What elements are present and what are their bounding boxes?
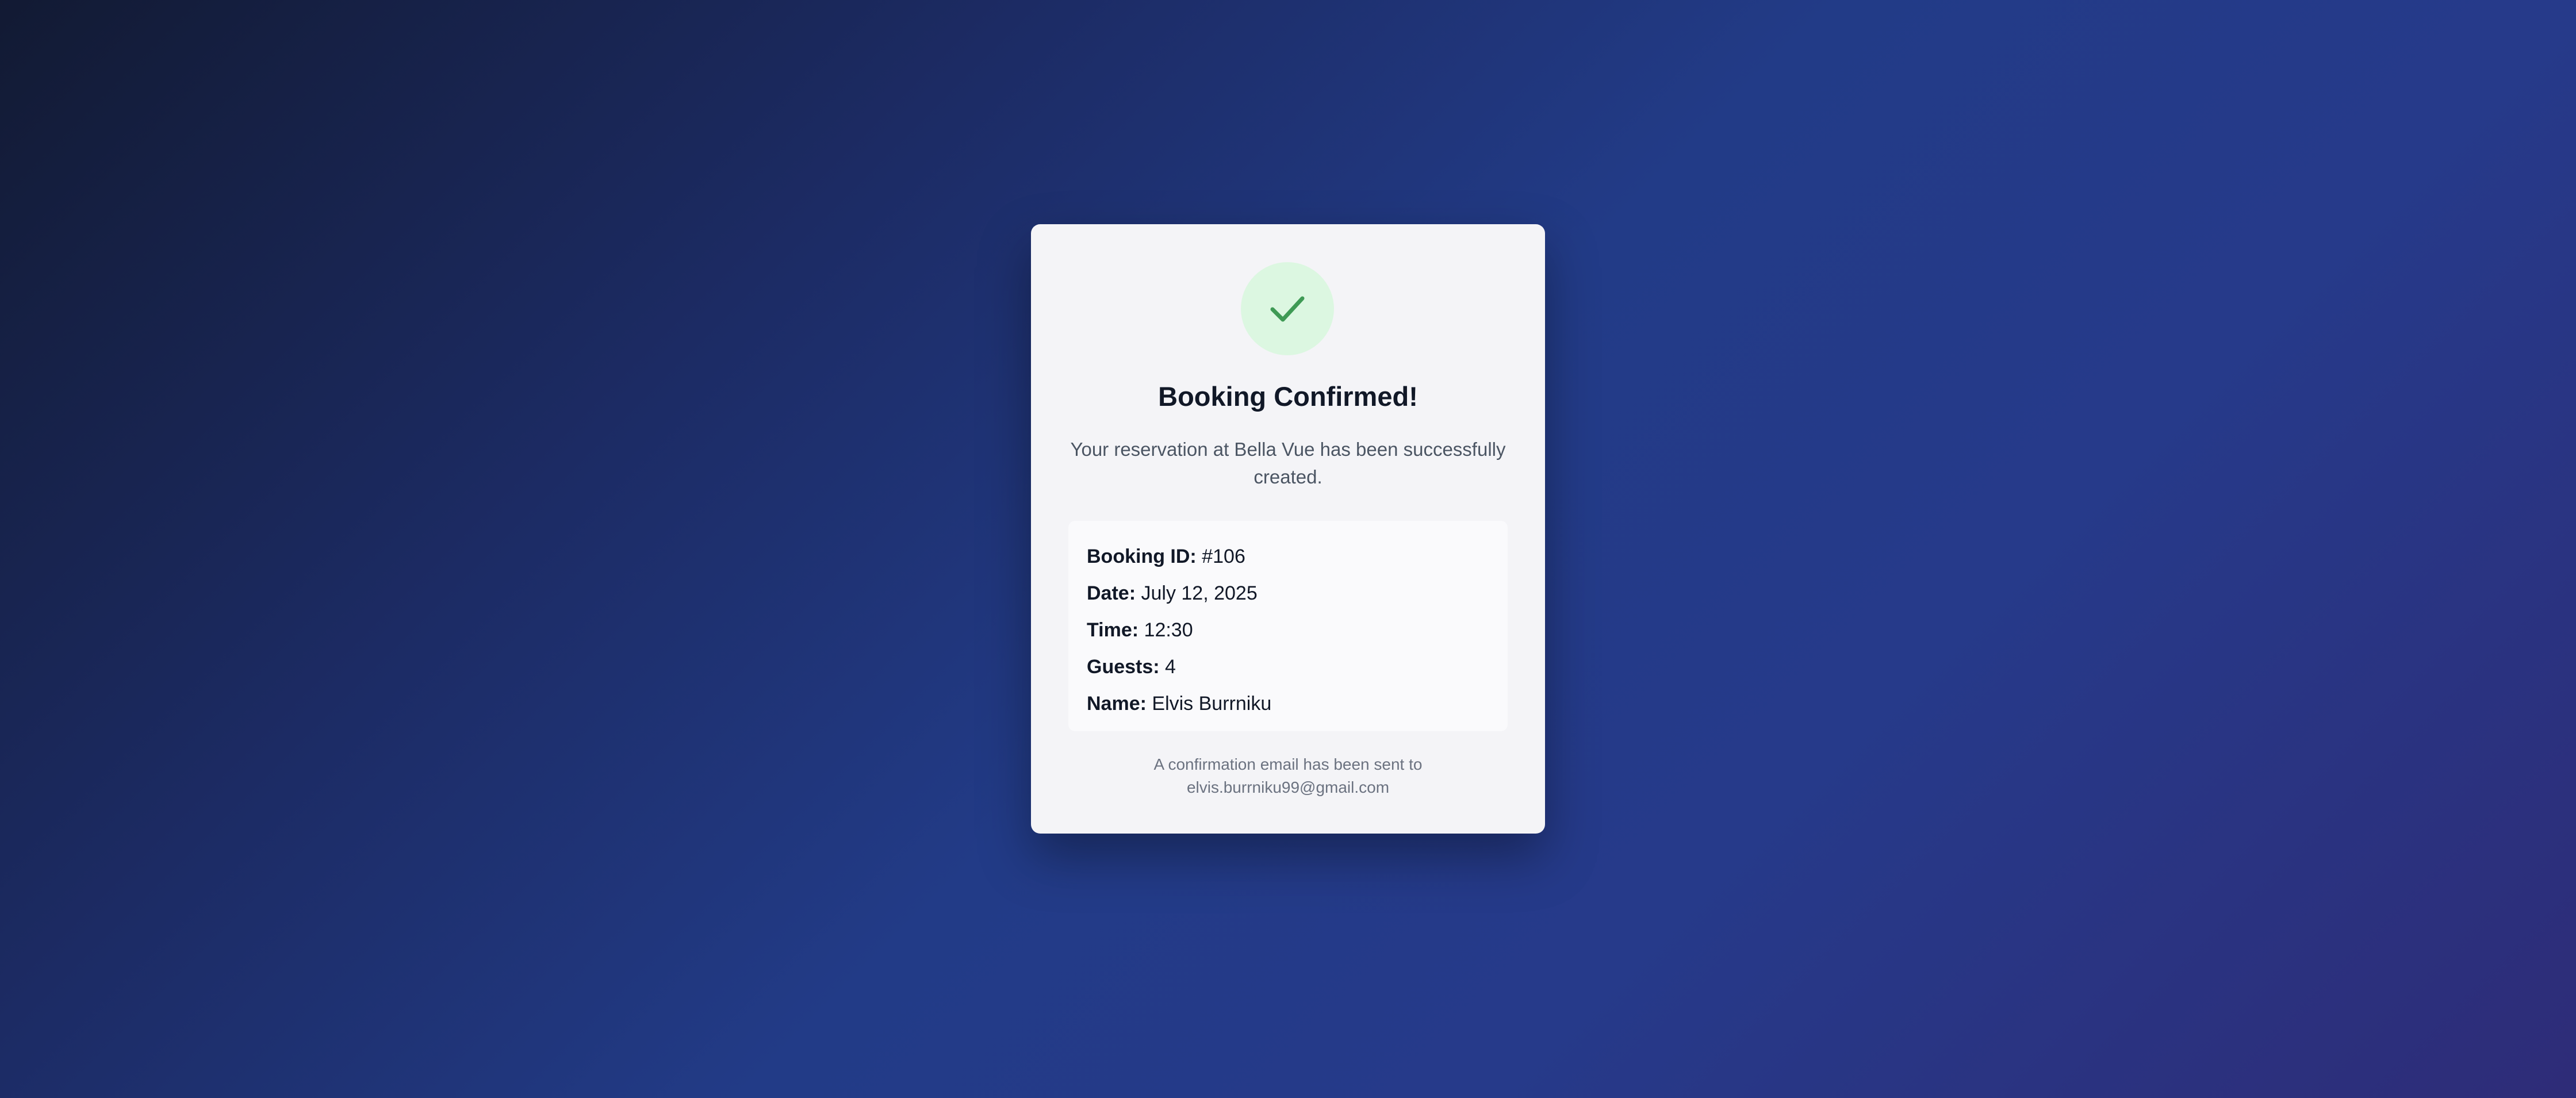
guests-value: 4 [1165, 656, 1176, 678]
date-value: July 12, 2025 [1141, 582, 1258, 604]
date-row: Date: July 12, 2025 [1087, 575, 1508, 612]
guests-row: Guests: 4 [1087, 648, 1508, 685]
time-value: 12:30 [1144, 619, 1193, 641]
guests-label: Guests: [1087, 656, 1160, 678]
booking-id-value: #106 [1202, 546, 1245, 567]
booking-id-row: Booking ID: #106 [1087, 538, 1508, 575]
date-label: Date: [1087, 582, 1136, 604]
name-row: Name: Elvis Burrniku [1087, 685, 1508, 722]
name-value: Elvis Burrniku [1152, 693, 1272, 715]
confirmation-message: Your reservation at Bella Vue has been s… [1070, 439, 1506, 487]
email-address: elvis.burrniku99@gmail.com [1186, 778, 1390, 796]
confirmation-title: Booking Confirmed! [1158, 381, 1418, 412]
time-row: Time: 12:30 [1087, 612, 1508, 648]
booking-confirmation-card: Booking Confirmed! Your reservation at B… [1031, 224, 1545, 834]
email-note-text: A confirmation email has been sent to [1153, 755, 1423, 773]
success-badge [1241, 262, 1334, 355]
booking-details-panel: Booking ID: #106 Date: July 12, 2025 Tim… [1068, 521, 1508, 731]
check-icon [1270, 296, 1305, 322]
email-confirmation-note: A confirmation email has been sent to el… [1065, 753, 1511, 799]
name-label: Name: [1087, 693, 1147, 715]
booking-id-label: Booking ID: [1087, 546, 1197, 567]
time-label: Time: [1087, 619, 1139, 641]
